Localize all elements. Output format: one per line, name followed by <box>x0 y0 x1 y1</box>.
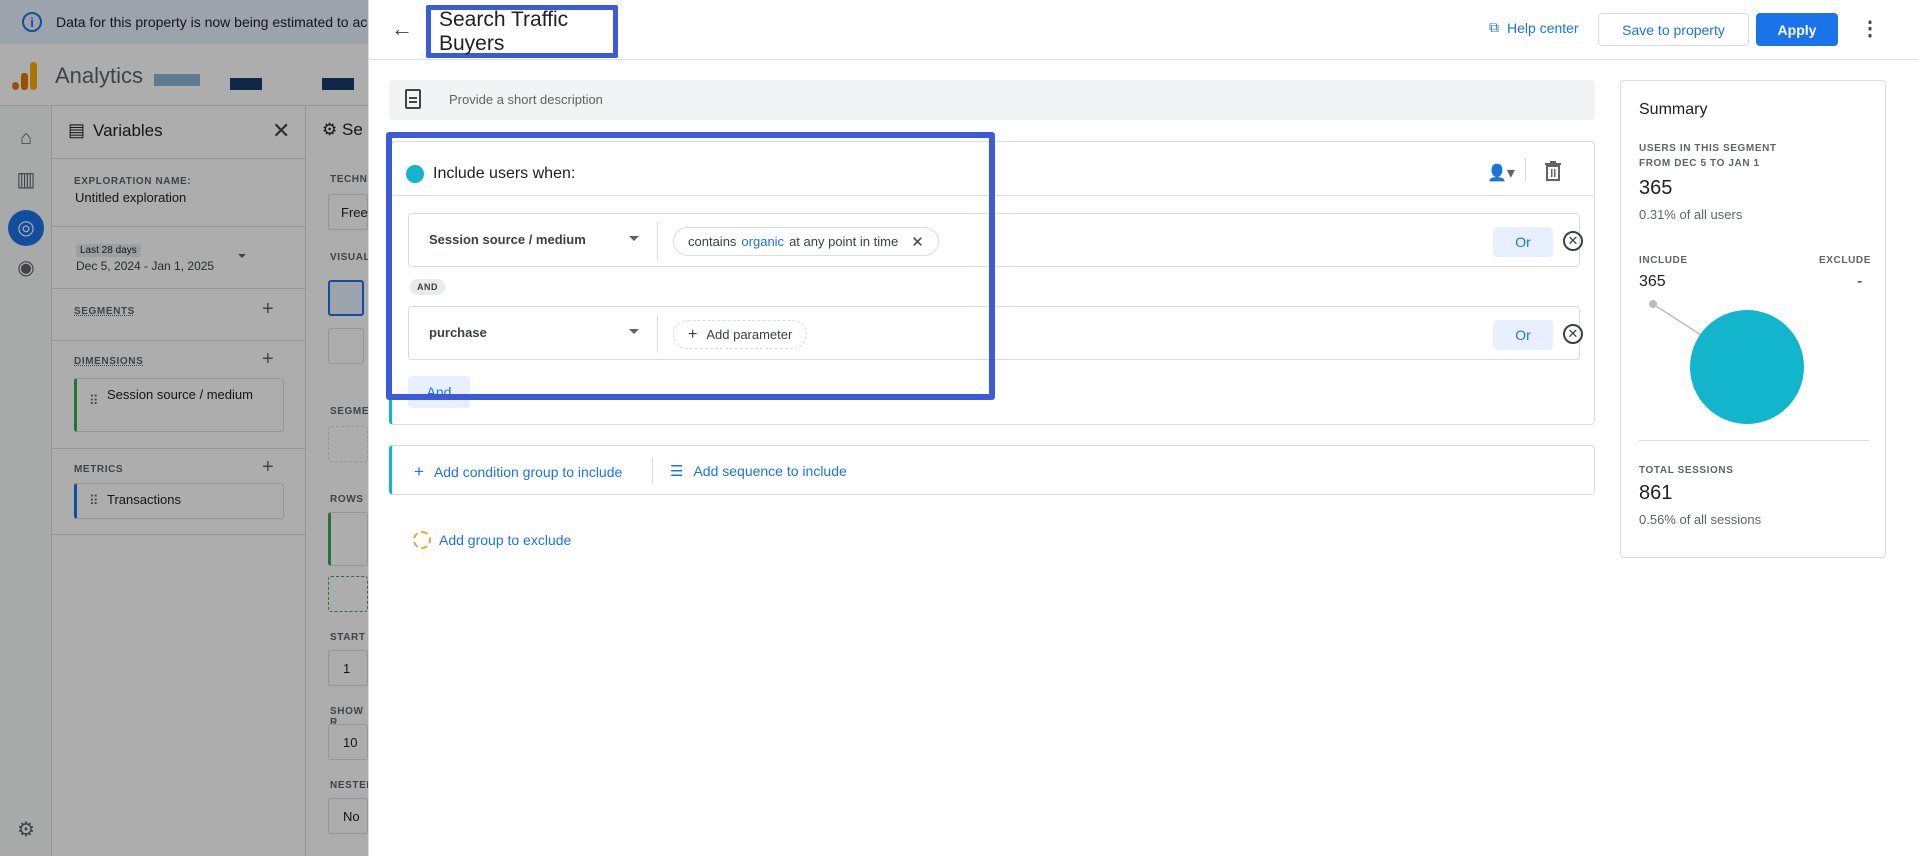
help-center-label: Help center <box>1507 19 1579 36</box>
users-value: 365 <box>1639 177 1673 199</box>
more-vert-icon[interactable]: ⋮ <box>1860 16 1880 41</box>
external-link-icon: ⧉ <box>1489 19 1499 35</box>
add-include-actions: + Add condition group to include ☰ Add s… <box>389 445 1595 495</box>
pie-leader-line <box>1652 303 1702 336</box>
dialog-header: ← Search Traffic Buyers ⧉ Help center Sa… <box>369 0 1918 60</box>
users-segment-label: USERS IN THIS SEGMENT <box>1639 143 1777 154</box>
add-sequence-label: Add sequence to include <box>693 463 847 479</box>
highlight-box <box>386 132 995 400</box>
summary-pie-chart <box>1649 300 1804 424</box>
back-arrow-icon[interactable]: ← <box>391 16 413 42</box>
help-center-link[interactable]: ⧉ Help center <box>1489 19 1579 36</box>
exclude-label: EXCLUDE <box>1819 255 1871 266</box>
users-date-label: FROM DEC 5 TO JAN 1 <box>1639 158 1760 169</box>
segment-builder-dialog: ← Search Traffic Buyers ⧉ Help center Sa… <box>368 0 1918 856</box>
add-condition-group-label: Add condition group to include <box>433 464 623 480</box>
sessions-label: TOTAL SESSIONS <box>1639 465 1734 476</box>
segment-name-input[interactable]: Search Traffic Buyers <box>426 5 618 58</box>
sessions-percentage: 0.56% of all sessions <box>1639 512 1762 527</box>
description-field[interactable]: Provide a short description <box>389 80 1595 120</box>
or-button[interactable]: Or <box>1493 320 1553 350</box>
include-value: 365 <box>1639 273 1666 290</box>
remove-condition-icon[interactable]: ✕ <box>1563 231 1583 251</box>
segment-name: Search Traffic Buyers <box>439 7 569 55</box>
apply-button[interactable]: Apply <box>1756 13 1838 46</box>
summary-title: Summary <box>1639 101 1708 118</box>
users-percentage: 0.31% of all users <box>1639 207 1743 222</box>
summary-panel: Summary USERS IN THIS SEGMENT FROM DEC 5… <box>1620 80 1886 558</box>
pie-small-slice-marker <box>1649 300 1657 308</box>
add-sequence-link[interactable]: ☰ Add sequence to include <box>670 462 847 480</box>
save-to-property-button[interactable]: Save to property <box>1598 13 1749 46</box>
document-icon <box>405 89 421 109</box>
pie-slice-include <box>1690 310 1804 424</box>
description-placeholder: Provide a short description <box>449 92 603 107</box>
list-icon: ☰ <box>670 463 684 480</box>
person-scope-icon[interactable]: 👤▾ <box>1487 163 1515 183</box>
exclude-value: - <box>1857 273 1863 290</box>
include-label: INCLUDE <box>1639 255 1688 266</box>
remove-condition-icon[interactable]: ✕ <box>1563 324 1583 344</box>
add-group-exclude-label: Add group to exclude <box>439 532 572 548</box>
add-group-exclude-link[interactable]: Add group to exclude <box>439 532 571 548</box>
sessions-value: 861 <box>1639 482 1673 504</box>
delete-icon[interactable] <box>1545 161 1561 181</box>
add-condition-group-link[interactable]: + Add condition group to include <box>414 462 622 482</box>
plus-icon: + <box>414 462 424 481</box>
or-button[interactable]: Or <box>1493 227 1553 257</box>
exclude-group-icon <box>413 531 431 549</box>
